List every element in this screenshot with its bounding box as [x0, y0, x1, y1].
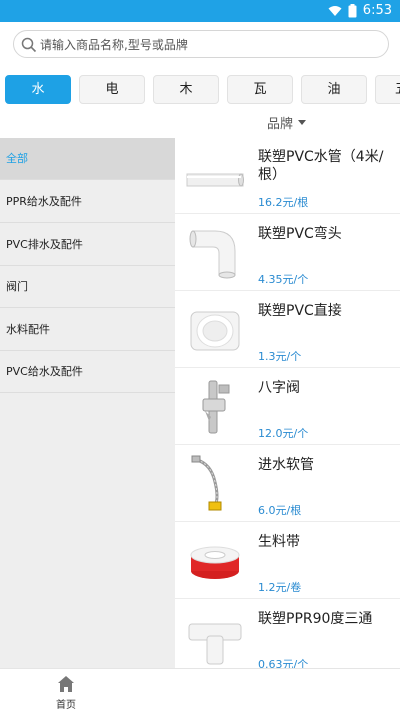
product-price: 4.35元/个 — [258, 273, 309, 286]
product-price: 0.63元/个 — [258, 658, 309, 668]
tab-water[interactable]: 水 — [5, 75, 71, 104]
product-price: 1.3元/个 — [258, 350, 302, 363]
water-hose-image — [191, 455, 222, 511]
battery-icon — [348, 3, 357, 17]
sidebar-item-ppr[interactable]: PPR给水及配件 — [0, 181, 175, 223]
bottom-nav: 首页 — [0, 668, 400, 710]
brand-filter[interactable]: 品牌 — [175, 110, 400, 136]
product-item[interactable]: 联塑PVC水管（4米/根） 16.2元/根 — [175, 138, 400, 214]
product-name: 生料带 — [258, 534, 300, 550]
sidebar-item-all[interactable]: 全部 — [0, 138, 175, 180]
product-price: 1.2元/卷 — [258, 581, 302, 594]
search-icon — [21, 37, 37, 53]
tab-tile[interactable]: 瓦 — [227, 75, 293, 104]
sidebar-item-valves[interactable]: 阀门 — [0, 266, 175, 308]
product-name: 联塑PVC水管（4米/根） — [258, 149, 384, 183]
tab-wood[interactable]: 木 — [153, 75, 219, 104]
category-sidebar: 全部 PPR给水及配件 PVC排水及配件 阀门 水料配件 PVC给水及配件 — [0, 138, 175, 668]
wifi-icon — [328, 5, 342, 16]
status-time: 6:53 — [362, 3, 392, 18]
pvc-elbow-image — [189, 230, 236, 279]
product-item[interactable]: 进水软管 6.0元/根 — [175, 446, 400, 522]
pvc-coupling-image — [190, 311, 240, 351]
product-price: 12.0元/个 — [258, 427, 309, 440]
status-icons: 6:53 — [328, 3, 392, 18]
product-name: 八字阀 — [258, 380, 300, 396]
product-list: 联塑PVC水管（4米/根） 16.2元/根 联塑PVC弯头 4.35元/个 联塑… — [175, 138, 400, 668]
product-item[interactable]: 联塑PVC弯头 4.35元/个 — [175, 215, 400, 291]
product-item[interactable]: 生料带 1.2元/卷 — [175, 523, 400, 599]
caret-down-icon — [298, 120, 306, 125]
search-input[interactable] — [40, 35, 380, 55]
status-bar: 6:53 — [0, 0, 400, 22]
search-bar — [0, 22, 400, 68]
search-box[interactable] — [13, 30, 389, 58]
sidebar-item-water-fittings[interactable]: 水料配件 — [0, 309, 175, 351]
tab-hardware[interactable]: 五金 — [375, 75, 400, 104]
tab-paint[interactable]: 油 — [301, 75, 367, 104]
product-name: 进水软管 — [258, 457, 314, 473]
angle-valve-image — [202, 380, 230, 434]
product-item[interactable]: 联塑PVC直接 1.3元/个 — [175, 292, 400, 368]
brand-filter-label: 品牌 — [267, 117, 294, 132]
ptfe-tape-image — [190, 546, 240, 579]
product-name: 联塑PVC弯头 — [258, 226, 342, 242]
product-price: 16.2元/根 — [258, 196, 309, 209]
product-item[interactable]: 八字阀 12.0元/个 — [175, 369, 400, 445]
home-icon[interactable] — [57, 675, 75, 693]
tab-electric[interactable]: 电 — [79, 75, 145, 104]
category-tabs: 水 电 木 瓦 油 五金 — [0, 72, 400, 108]
product-name: 联塑PPR90度三通 — [258, 611, 373, 627]
pvc-pipe-image — [186, 173, 244, 187]
product-name: 联塑PVC直接 — [258, 303, 342, 319]
product-price: 6.0元/根 — [258, 504, 302, 517]
product-item[interactable]: 联塑PPR90度三通 0.63元/个 — [175, 600, 400, 668]
ppr-tee-image — [188, 623, 242, 665]
sidebar-item-pvc-drain[interactable]: PVC排水及配件 — [0, 224, 175, 266]
home-tab-label[interactable]: 首页 — [56, 696, 76, 710]
sidebar-item-pvc-supply[interactable]: PVC给水及配件 — [0, 351, 175, 393]
